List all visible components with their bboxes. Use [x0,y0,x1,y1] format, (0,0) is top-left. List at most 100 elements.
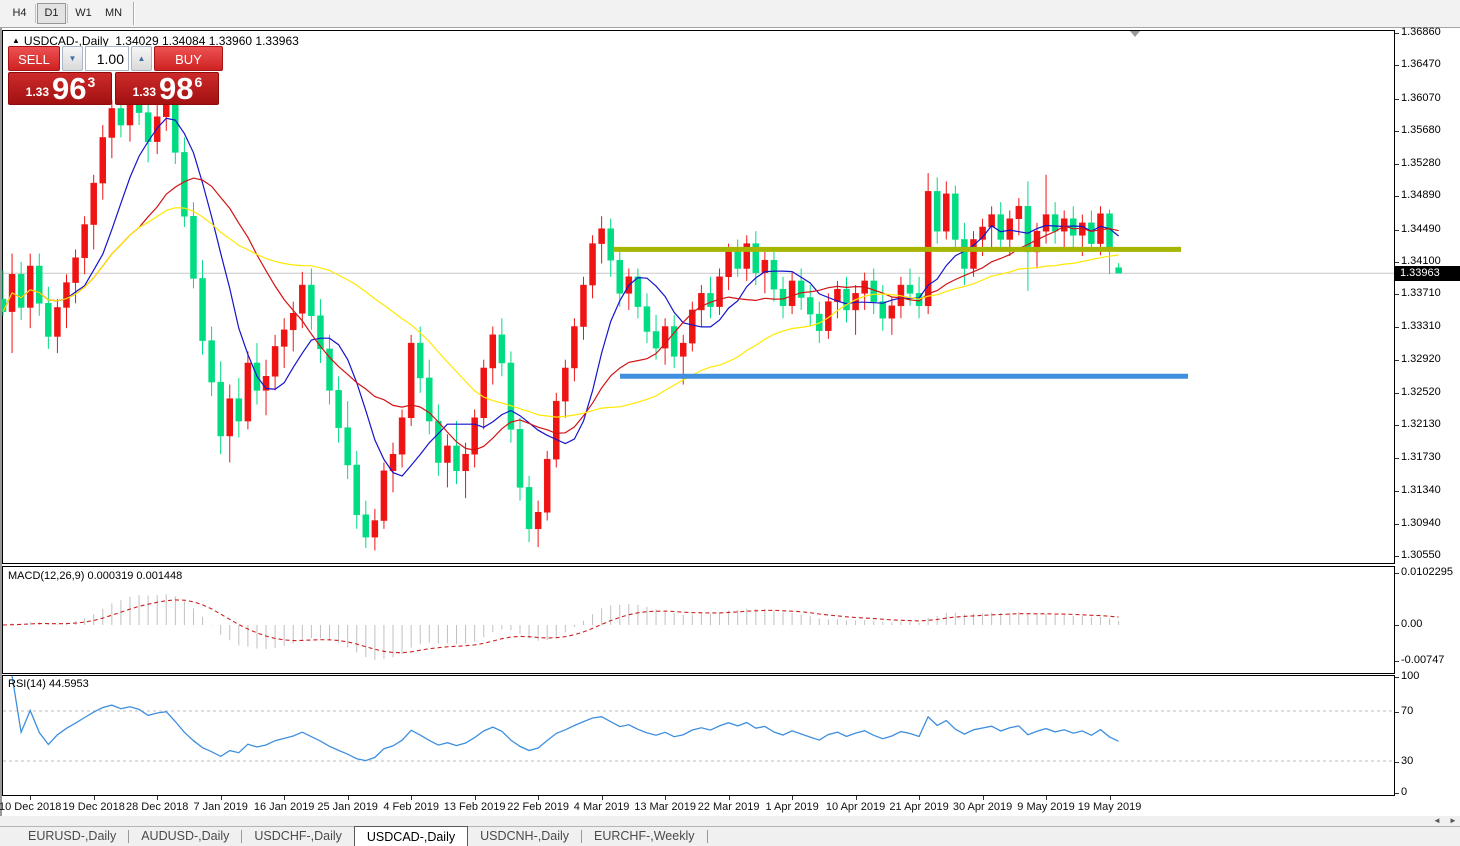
ma-line-8 [2,117,1119,477]
macd-scale-label: 0.00 [1401,618,1423,630]
price-scale-label: 1.32130 [1401,418,1441,431]
date-tick [601,796,603,800]
buy-price-prefix: 1.33 [132,85,157,99]
chart-shift-marker-icon[interactable] [1130,31,1140,37]
macd-tick [1395,661,1399,662]
rsi-indicator-pane[interactable] [2,675,1395,796]
price-tick [1395,164,1399,165]
macd-tick [1395,573,1399,574]
price-tick [1395,98,1399,100]
ma-line-34 [2,207,1119,418]
tab-audusd[interactable]: AUDUSD-,Daily [129,827,241,846]
date-tick [30,796,32,800]
chart-tabbar: EURUSD-,Daily AUDUSD-,Daily USDCHF-,Daily U… [0,826,1460,846]
price-scale-label: 1.36070 [1401,91,1441,104]
date-tick [93,796,95,800]
date-tick [1109,796,1111,800]
sell-quote-button[interactable]: 1.33 96 3 [8,72,112,105]
date-tick [728,796,730,800]
rsi-line [11,675,1119,762]
timeframe-button-mn[interactable]: MN [99,3,128,24]
timeframe-toolbar: H4 D1 W1 MN [0,0,1460,28]
date-tick [665,796,667,800]
collapse-triangle-icon[interactable]: ▲ [12,36,20,45]
date-tick [855,796,857,800]
price-scale-label: 1.35280 [1401,157,1441,169]
price-tick [1395,65,1399,67]
buy-quote-button[interactable]: 1.33 98 6 [115,72,219,105]
price-tick [1395,425,1399,427]
price-scale-label: 1.31340 [1401,483,1441,496]
price-tick [1395,33,1399,34]
rsi-scale-label: 70 [1401,705,1414,717]
tab-usdcnh[interactable]: USDCNH-,Daily [468,827,581,846]
scroll-right-icon[interactable]: ► [1449,816,1457,826]
tab-eurusd[interactable]: EURUSD-,Daily [16,827,128,846]
date-tick [220,796,222,800]
buy-button[interactable]: BUY [154,46,223,71]
main-price-chart[interactable] [2,30,1395,564]
price-tick [1395,229,1399,231]
ma-line-16 [2,177,1119,451]
macd-scale-label: 0.0102295 [1401,566,1453,578]
macd-scale-label: -0.00747 [1401,654,1445,666]
price-scale-label: 1.34490 [1401,222,1441,235]
volume-increase-icon[interactable]: ▲ [131,46,152,71]
price-scale-label: 1.34890 [1401,189,1441,202]
toolbar-groove [133,2,134,25]
tab-usdcad[interactable]: USDCAD-,Daily [353,826,469,846]
mt4-window: H4 D1 W1 MN ▲ USDCAD-,Daily 1.34029 1.340… [0,0,1460,846]
buy-price-main: 98 [159,71,194,106]
price-tick [1395,130,1399,132]
rsi-tick [1395,712,1399,713]
date-tick [919,796,921,800]
moving-averages-layer [2,117,1119,477]
macd-indicator-pane[interactable] [2,566,1395,674]
date-tick [1046,796,1048,800]
price-tick [1395,523,1399,525]
price-tick [1395,294,1399,296]
rsi-tick [1395,793,1399,794]
sell-button[interactable]: SELL [8,46,60,71]
date-tick [347,796,349,800]
timeframe-button-h4[interactable]: H4 [5,3,34,24]
sell-price-prefix: 1.33 [25,85,50,99]
tab-eurchf[interactable]: EURCHF-,Weekly [582,827,706,846]
rsi-tick [1395,677,1399,678]
price-tick [1395,556,1399,558]
timeframe-button-d1[interactable]: D1 [37,3,66,24]
macd-tick [1395,625,1399,626]
macd-label: MACD(12,26,9) 0.000319 0.001448 [8,570,183,582]
price-scale-label: 1.34100 [1401,254,1441,267]
sell-price-main: 96 [52,71,87,106]
tab-separator [706,830,708,843]
toolbar-separator [35,4,36,23]
rsi-scale-label: 100 [1401,670,1420,682]
sell-price-pip: 3 [87,74,96,90]
macd-histogram [11,594,1120,660]
price-scale-label: 1.35680 [1401,123,1441,136]
date-tick [284,796,286,800]
macd-signal-line [2,599,1119,654]
date-tick [538,796,540,800]
date-tick [157,796,159,800]
tab-usdchf[interactable]: USDCHF-,Daily [242,827,354,846]
scroll-left-icon[interactable]: ◄ [1433,816,1441,826]
date-label: 19 May 2019 [1077,801,1142,813]
rsi-scale-label: 0 [1401,786,1408,798]
price-scale-label: 1.32520 [1401,385,1441,398]
toolbar-separator [67,4,68,23]
horizontal-scrollbar[interactable]: ◄ ► [0,816,1460,826]
price-tick [1395,490,1399,492]
timeframe-button-w1[interactable]: W1 [69,3,98,24]
price-tick [1395,196,1399,198]
candles-layer [2,83,1122,551]
price-tick [1395,261,1399,263]
current-price-tag: 1.33963 [1395,266,1460,281]
volume-input[interactable] [85,46,129,71]
date-tick [982,796,984,800]
price-tick [1395,327,1399,329]
date-tick [411,796,413,800]
date-tick [474,796,476,800]
volume-decrease-icon[interactable]: ▼ [62,46,83,71]
